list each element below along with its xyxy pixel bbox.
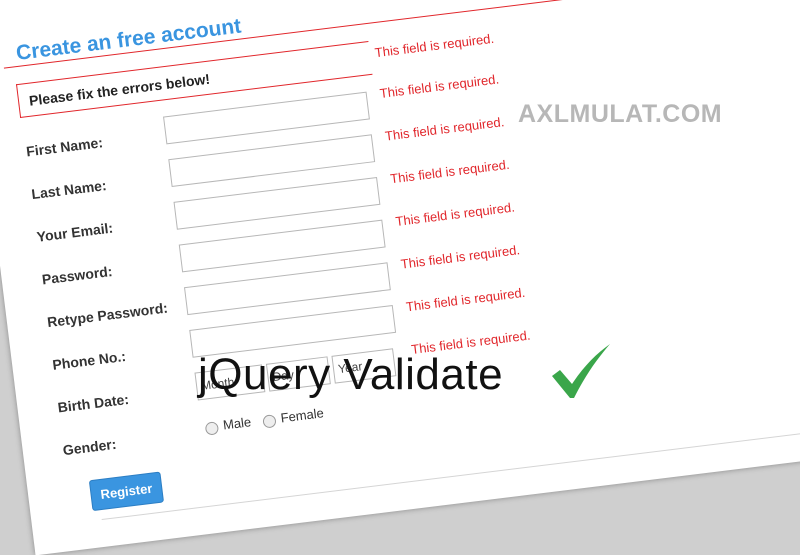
email-input[interactable]	[173, 176, 381, 230]
retype-password-input[interactable]	[183, 262, 391, 316]
retype-password-label: Retype Password:	[46, 299, 169, 331]
first-name-input[interactable]	[163, 91, 370, 145]
form-screenshot-panel: Create an free account Please fix the er…	[0, 0, 800, 555]
phone-label: Phone No.:	[51, 347, 127, 373]
first-name-label: First Name:	[25, 134, 104, 160]
gender-label: Gender:	[61, 435, 118, 459]
last-name-input[interactable]	[168, 134, 376, 188]
error-message: This field is required.	[399, 242, 521, 272]
birth-date-label: Birth Date:	[56, 390, 130, 416]
error-message: This field is required.	[389, 156, 511, 187]
checkmark-icon	[552, 344, 610, 398]
error-message: This field is required.	[405, 284, 527, 315]
gender-male-label: Male	[222, 414, 252, 433]
error-message: This field is required.	[373, 30, 495, 61]
error-message: This field is required.	[378, 71, 500, 101]
password-input[interactable]	[178, 219, 386, 273]
error-message: This field is required.	[384, 114, 506, 144]
gender-female-radio[interactable]	[262, 414, 277, 429]
password-label: Password:	[41, 262, 114, 288]
email-label: Your Email:	[35, 219, 114, 245]
last-name-label: Last Name:	[30, 177, 108, 203]
site-watermark: AXLMULAT.COM	[518, 100, 723, 128]
gender-female-label: Female	[279, 405, 325, 426]
register-button[interactable]: Register	[88, 471, 165, 512]
gender-male-radio[interactable]	[204, 421, 220, 436]
error-message: This field is required.	[394, 199, 516, 229]
headline-title: jQuery Validate	[198, 350, 504, 399]
